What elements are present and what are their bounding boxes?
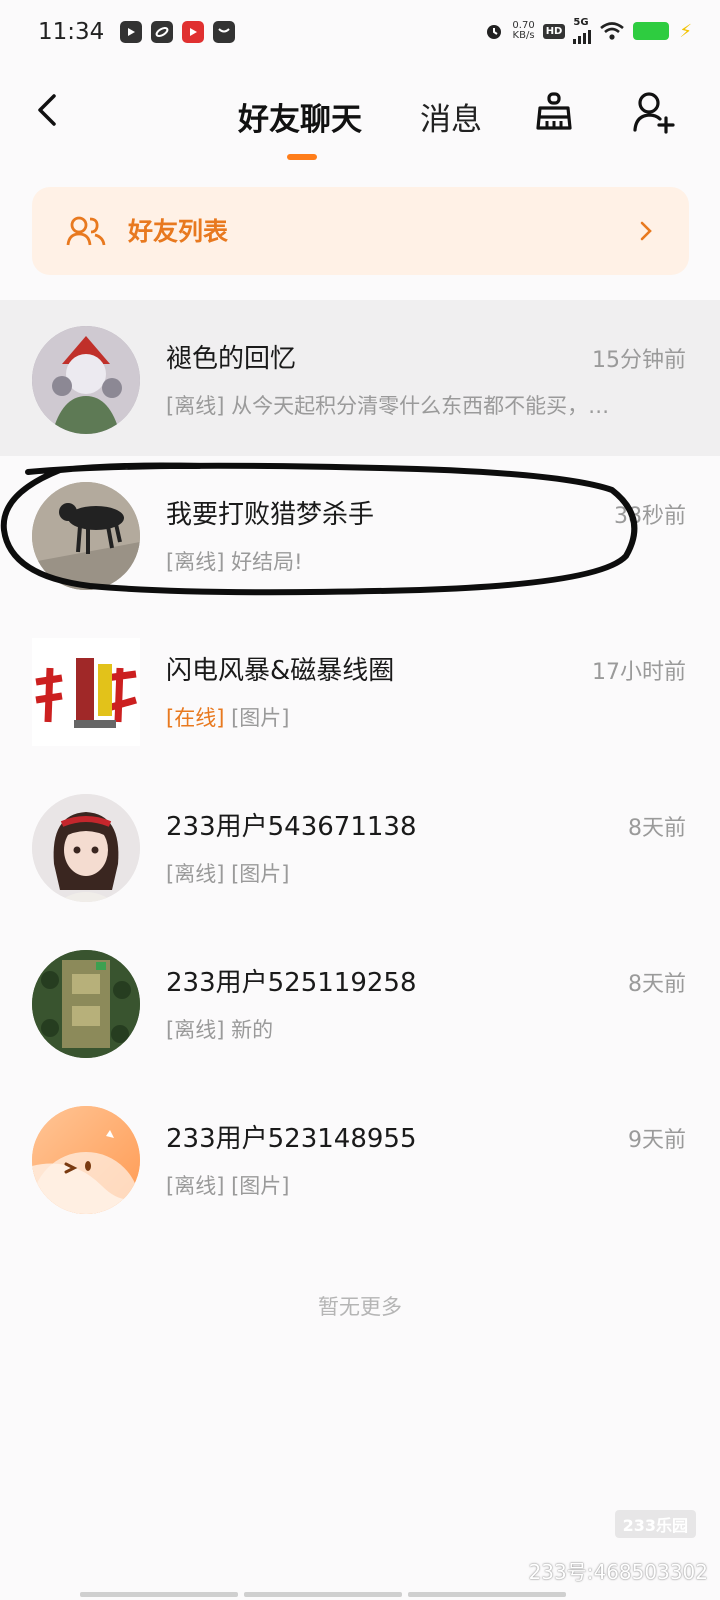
chat-row[interactable]: 褪色的回忆 15分钟前 [离线] 从今天起积分清零什么东西都不能买，… <box>0 300 720 456</box>
alarm-icon <box>487 25 502 39</box>
add-user-icon[interactable] <box>632 90 676 134</box>
chat-row[interactable]: 233用户543671138 8天前 [离线] [图片] <box>0 768 720 924</box>
friend-list-label: 好友列表 <box>128 217 229 246</box>
link-app-icon <box>151 21 174 43</box>
tab-friends-chat[interactable]: 好友聊天 <box>238 94 362 139</box>
chat-message: 新的 <box>231 1018 274 1042</box>
chat-row[interactable]: 233用户523148955 9天前 [离线] [图片] <box>0 1080 720 1236</box>
back-icon[interactable] <box>30 92 66 128</box>
cell-signal: 5G <box>573 18 592 44</box>
people-icon <box>66 216 106 246</box>
top-nav: 好友聊天 消息 <box>0 78 720 168</box>
broom-icon[interactable] <box>532 90 576 134</box>
avatar <box>32 326 140 434</box>
chat-list: 褪色的回忆 15分钟前 [离线] 从今天起积分清零什么东西都不能买，… 我要打败… <box>0 300 720 1236</box>
chat-preview: [离线] 好结局! <box>166 546 686 576</box>
chat-name: 褪色的回忆 <box>166 344 297 374</box>
chat-preview: [在线] [图片] <box>166 702 686 732</box>
chat-message: [图片] <box>231 862 290 886</box>
tab-messages[interactable]: 消息 <box>420 94 482 139</box>
signal-bars-icon <box>573 28 592 44</box>
chat-time: 38秒前 <box>614 504 686 529</box>
chat-name: 233用户543671138 <box>166 812 417 842</box>
chat-message: [图片] <box>231 1174 290 1198</box>
chat-name: 233用户523148955 <box>166 1124 417 1154</box>
status-bar: 11:34 0.70 KB/s HD 5G ⚡ <box>0 0 720 64</box>
chat-row[interactable]: 闪电风暴&磁暴线圈 17小时前 [在线] [图片] <box>0 612 720 768</box>
active-tab-indicator <box>287 154 317 160</box>
chat-status: [离线] <box>166 550 225 574</box>
friend-list-button[interactable]: 好友列表 <box>32 187 689 275</box>
chat-time: 15分钟前 <box>592 348 686 373</box>
watermark-id: 233号:468503302 <box>528 1560 708 1584</box>
watermark-logo: 233乐园 <box>614 1510 696 1538</box>
charging-icon: ⚡ <box>679 20 692 42</box>
chat-status: [离线] <box>166 394 225 418</box>
chat-preview: [离线] [图片] <box>166 858 686 888</box>
hd-badge: HD <box>542 23 566 39</box>
no-more-label: 暂无更多 <box>318 1295 402 1319</box>
chat-row[interactable]: 233用户525119258 8天前 [离线] 新的 <box>0 924 720 1080</box>
chat-name: 闪电风暴&磁暴线圈 <box>166 656 395 686</box>
status-time: 11:34 <box>38 19 105 45</box>
chat-name: 我要打败猎梦杀手 <box>166 500 375 530</box>
chat-status: [在线] <box>166 706 225 730</box>
chat-message: 好结局! <box>231 550 303 574</box>
chevron-right-icon <box>640 221 652 241</box>
avatar <box>32 950 140 1058</box>
chat-status: [离线] <box>166 1174 225 1198</box>
net-speed: 0.70 KB/s <box>512 20 535 41</box>
chat-message: 从今天起积分清零什么东西都不能买，… <box>231 394 610 418</box>
status-indicators: 0.70 KB/s HD 5G ⚡ <box>484 18 692 44</box>
chat-preview: [离线] 新的 <box>166 1014 686 1044</box>
chat-message: [图片] <box>231 706 290 730</box>
chat-time: 9天前 <box>628 1128 686 1153</box>
chat-status: [离线] <box>166 862 225 886</box>
avatar <box>32 1106 140 1214</box>
wifi-icon <box>600 22 625 40</box>
avatar <box>32 638 140 746</box>
gesture-bar <box>80 1592 566 1597</box>
avatar <box>32 482 140 590</box>
chat-time: 17小时前 <box>592 660 686 685</box>
avatar <box>32 794 140 902</box>
chat-preview: [离线] [图片] <box>166 1170 686 1200</box>
battery-icon <box>633 22 670 40</box>
chat-time: 8天前 <box>628 816 686 841</box>
chat-time: 8天前 <box>628 972 686 997</box>
chat-preview: [离线] 从今天起积分清零什么东西都不能买，… <box>166 390 686 420</box>
chat-status: [离线] <box>166 1018 225 1042</box>
message-app-icon <box>213 21 236 43</box>
video-app-icon <box>120 21 143 43</box>
game-app-icon <box>182 21 205 43</box>
chat-name: 233用户525119258 <box>166 968 417 998</box>
chat-row[interactable]: 我要打败猎梦杀手 38秒前 [离线] 好结局! <box>0 456 720 612</box>
